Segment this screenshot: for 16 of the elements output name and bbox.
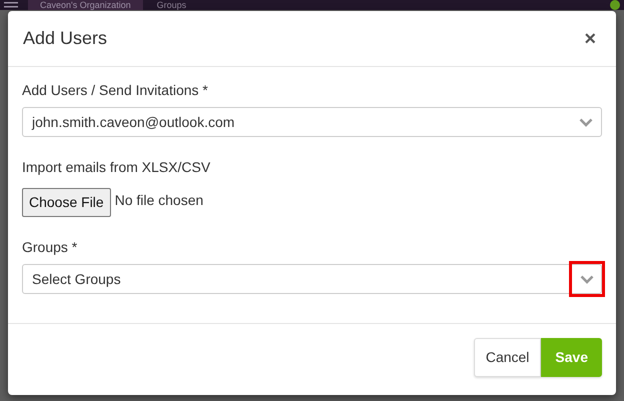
close-button[interactable]: × (578, 28, 602, 48)
nav-link[interactable]: Groups (142, 0, 200, 10)
field-label: Import emails from XLSX/CSV (22, 158, 210, 177)
select-field[interactable]: Select Groups (22, 264, 602, 294)
menu-icon[interactable] (4, 2, 18, 10)
dialog-title: Add Users (23, 28, 108, 50)
chevron-down-icon (580, 274, 594, 284)
chevron-down-icon (579, 118, 593, 126)
cancel-button[interactable]: Cancel (474, 338, 542, 377)
avatar[interactable] (610, 0, 620, 10)
field-label: Add Users / Send Invitations * (22, 81, 208, 100)
select-field[interactable]: john.smith.caveon@outlook.com (22, 107, 602, 137)
field-label: Groups * (22, 238, 78, 257)
organization-dropdown[interactable]: Caveon's Organization (28, 0, 143, 10)
file-status: No file chosen (114, 191, 204, 210)
choose-file-button[interactable]: Choose File (22, 188, 111, 217)
